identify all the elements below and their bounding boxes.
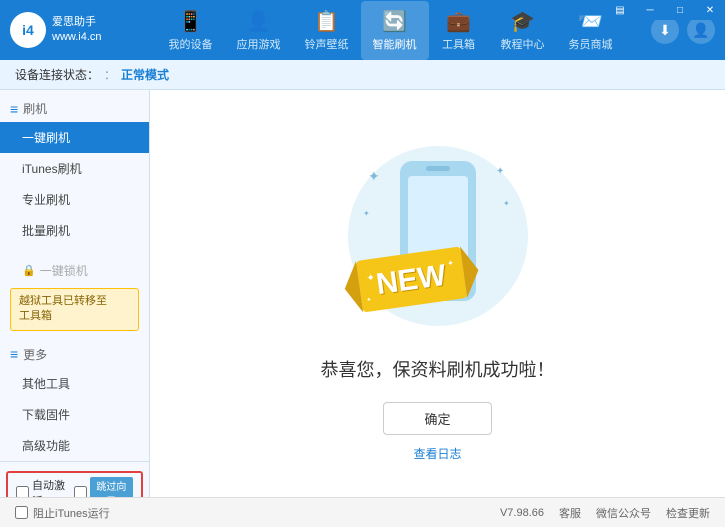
sidebar-item-advanced[interactable]: 高级功能 bbox=[0, 430, 149, 461]
svg-text:✦: ✦ bbox=[368, 168, 380, 184]
flash-section-icon: ≡ bbox=[10, 101, 18, 117]
wifi-icon: ▤ bbox=[605, 0, 635, 20]
sidebar-disabled-lock: 🔒 一键锁机 bbox=[0, 257, 149, 284]
sidebar-item-batch-flash[interactable]: 批量刷机 bbox=[0, 215, 149, 246]
device-nav-icon: 📱 bbox=[178, 9, 203, 34]
more-section-header: ≡ 更多 bbox=[0, 341, 149, 368]
header-right: ⬇ 👤 bbox=[651, 16, 715, 44]
footer: 阻止iTunes运行 V7.98.66 客服 微信公众号 检查更新 bbox=[0, 497, 725, 527]
auto-activate-checkbox[interactable] bbox=[16, 486, 29, 497]
sidebar-item-one-key-flash[interactable]: 一键刷机 bbox=[0, 122, 149, 153]
main-layout: ≡ 刷机 一键刷机 iTunes刷机 专业刷机 批量刷机 🔒 一键锁机 越狱工具… bbox=[0, 90, 725, 497]
flash-section: ≡ 刷机 一键刷机 iTunes刷机 专业刷机 批量刷机 bbox=[0, 90, 149, 251]
service-nav-icon: 📨 bbox=[578, 9, 603, 34]
content-area: NEW ✦ ✦ ✦ ✦ ✦ ✦ ✦ 恭喜您，保资料刷机成功啦！ 确定 查看日志 bbox=[150, 90, 725, 497]
success-message: 恭喜您，保资料刷机成功啦！ bbox=[321, 356, 555, 382]
auto-activate-checkbox-label[interactable]: 自动激活 bbox=[16, 477, 70, 497]
success-svg: NEW ✦ ✦ ✦ ✦ ✦ ✦ ✦ bbox=[328, 126, 548, 356]
logo-icon: i4 bbox=[10, 12, 46, 48]
svg-text:✦: ✦ bbox=[496, 166, 504, 177]
skip-guide-checkbox[interactable] bbox=[74, 486, 87, 497]
svg-text:✦: ✦ bbox=[503, 199, 510, 208]
sidebar-item-itunes-flash[interactable]: iTunes刷机 bbox=[0, 153, 149, 184]
svg-text:✦: ✦ bbox=[365, 272, 375, 284]
flash-nav-icon: 🔄 bbox=[382, 9, 407, 34]
footer-wechat[interactable]: 微信公众号 bbox=[596, 505, 651, 521]
breadcrumb: 设备连接状态： ： 正常模式 bbox=[0, 60, 725, 90]
nav-bar: 📱 我的设备 👤 应用游戏 📋 铃声壁纸 🔄 智能刷机 💼 工具箱 🎓 教程中心… bbox=[130, 1, 651, 60]
footer-customer-service[interactable]: 客服 bbox=[559, 505, 581, 521]
tutorial-nav-icon: 🎓 bbox=[510, 9, 535, 34]
footer-check-update[interactable]: 检查更新 bbox=[666, 505, 710, 521]
device-options-row: 自动激活 跳过向导 bbox=[6, 471, 143, 497]
logo-text: 爱思助手 www.i4.cn bbox=[52, 15, 102, 46]
device-section: 自动激活 跳过向导 📱 iPhone 15 Pro Max 512GB iPho… bbox=[0, 461, 149, 497]
skip-guide-button[interactable]: 跳过向导 bbox=[90, 477, 133, 497]
confirm-button[interactable]: 确定 bbox=[383, 402, 491, 435]
window-controls: ▤ ─ □ ✕ bbox=[605, 0, 725, 20]
sidebar-item-pro-flash[interactable]: 专业刷机 bbox=[0, 184, 149, 215]
flash-section-header: ≡ 刷机 bbox=[0, 95, 149, 122]
breadcrumb-separator: ： bbox=[104, 66, 116, 83]
close-button[interactable]: ✕ bbox=[695, 0, 725, 20]
logo-area: i4 爱思助手 www.i4.cn bbox=[10, 12, 130, 48]
more-section-icon: ≡ bbox=[10, 346, 18, 362]
sidebar-notice: 越狱工具已转移至 工具箱 bbox=[10, 288, 139, 331]
sidebar: ≡ 刷机 一键刷机 iTunes刷机 专业刷机 批量刷机 🔒 一键锁机 越狱工具… bbox=[0, 90, 150, 497]
svg-text:✦: ✦ bbox=[363, 209, 370, 218]
apps-nav-icon: 👤 bbox=[246, 9, 271, 34]
skip-guide-checkbox-label[interactable]: 跳过向导 bbox=[74, 477, 133, 497]
minimize-button[interactable]: ─ bbox=[635, 0, 665, 20]
footer-right: V7.98.66 客服 微信公众号 检查更新 bbox=[500, 505, 710, 521]
nav-tutorial[interactable]: 🎓 教程中心 bbox=[489, 1, 557, 60]
version-label: V7.98.66 bbox=[500, 507, 544, 519]
sidebar-item-download-firmware[interactable]: 下载固件 bbox=[0, 399, 149, 430]
nav-my-device[interactable]: 📱 我的设备 bbox=[157, 1, 225, 60]
sidebar-item-other-tools[interactable]: 其他工具 bbox=[0, 368, 149, 399]
toolbox-nav-icon: 💼 bbox=[446, 9, 471, 34]
lock-icon: 🔒 bbox=[22, 264, 36, 277]
download-button[interactable]: ⬇ bbox=[651, 16, 679, 44]
stop-itunes-checkbox[interactable] bbox=[15, 506, 28, 519]
nav-smart-flash[interactable]: 🔄 智能刷机 bbox=[361, 1, 429, 60]
ringtone-nav-icon: 📋 bbox=[314, 9, 339, 34]
maximize-button[interactable]: □ bbox=[665, 0, 695, 20]
nav-toolbox[interactable]: 💼 工具箱 bbox=[429, 1, 489, 60]
svg-text:✦: ✦ bbox=[366, 296, 372, 304]
nav-ringtone[interactable]: 📋 铃声壁纸 bbox=[293, 1, 361, 60]
view-log-link[interactable]: 查看日志 bbox=[413, 445, 461, 462]
footer-left: 阻止iTunes运行 bbox=[15, 505, 110, 521]
user-button[interactable]: 👤 bbox=[687, 16, 715, 44]
nav-apps[interactable]: 👤 应用游戏 bbox=[225, 1, 293, 60]
success-illustration: NEW ✦ ✦ ✦ ✦ ✦ ✦ ✦ bbox=[328, 126, 548, 356]
